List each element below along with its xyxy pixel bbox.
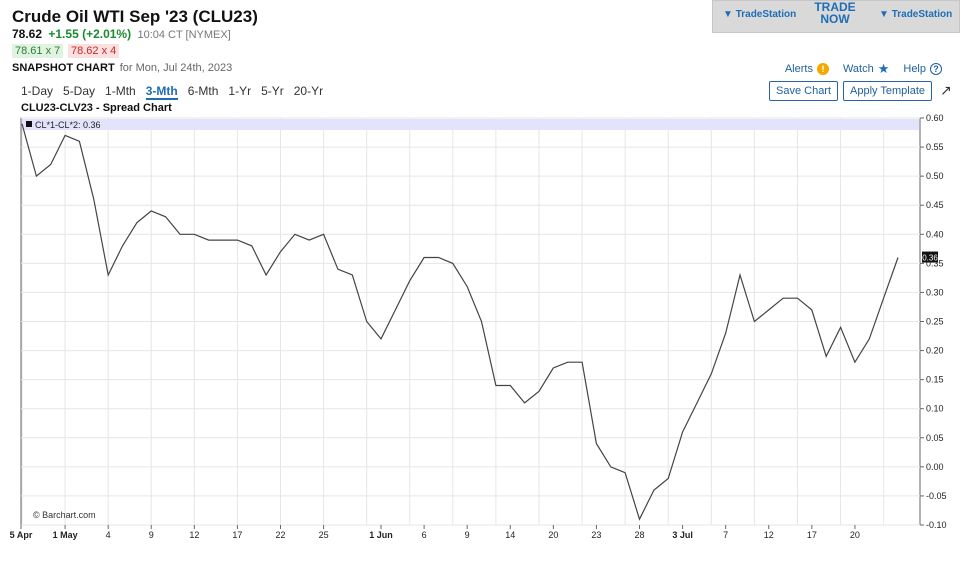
y-tick-label: 0.00 — [926, 462, 944, 472]
y-tick-label: 0.50 — [926, 171, 944, 181]
legend-label: CL*1-CL*2: 0.36 — [35, 120, 101, 130]
x-tick-label: 25 — [319, 530, 329, 540]
y-tick-label: -0.10 — [926, 520, 947, 530]
x-tick-label: 1 Jun — [369, 530, 393, 540]
y-tick-label: 0.30 — [926, 287, 944, 297]
x-tick-label: 7 — [723, 530, 728, 540]
x-axis: 5 Apr 1 May 4 9 12 17 22 25 1 Jun 6 9 14 20 23 28 3 Jul… — [10, 525, 860, 540]
x-tick-label: 3 Jul — [672, 530, 693, 540]
y-tick-label: 0.40 — [926, 229, 944, 239]
y-tick-label: 0.45 — [926, 200, 944, 210]
x-tick-label: 20 — [548, 530, 558, 540]
x-tick-label: 12 — [764, 530, 774, 540]
watermark: © Barchart.com — [33, 510, 96, 520]
x-tick-label: 5 Apr — [10, 530, 33, 540]
y-tick-label: 0.60 — [926, 113, 944, 123]
x-tick-label: 23 — [591, 530, 601, 540]
last-value-label: 0.36 — [922, 254, 938, 263]
x-tick-label: 28 — [635, 530, 645, 540]
y-axis: 0.600.550.500.450.400.350.300.250.200.15… — [920, 113, 947, 530]
x-tick-label: 17 — [232, 530, 242, 540]
y-tick-label: 0.05 — [926, 433, 944, 443]
spread-chart: CL*1-CL*2: 0.36 0.600.550.500.450.400.35… — [10, 113, 947, 540]
y-tick-label: 0.15 — [926, 375, 944, 385]
y-tick-label: 0.20 — [926, 346, 944, 356]
x-tick-label: 1 May — [53, 530, 78, 540]
x-tick-label: 17 — [807, 530, 817, 540]
legend-bar — [22, 119, 919, 130]
x-tick-label: 14 — [505, 530, 515, 540]
x-tick-label: 22 — [275, 530, 285, 540]
x-tick-label: 9 — [149, 530, 154, 540]
y-tick-label: -0.05 — [926, 491, 947, 501]
x-tick-label: 4 — [106, 530, 111, 540]
y-tick-label: 0.55 — [926, 142, 944, 152]
x-tick-label: 20 — [850, 530, 860, 540]
y-tick-label: 0.10 — [926, 404, 944, 414]
y-tick-label: 0.25 — [926, 317, 944, 327]
x-tick-label: 9 — [465, 530, 470, 540]
x-tick-label: 6 — [422, 530, 427, 540]
legend-swatch — [26, 121, 32, 127]
x-tick-label: 12 — [189, 530, 199, 540]
